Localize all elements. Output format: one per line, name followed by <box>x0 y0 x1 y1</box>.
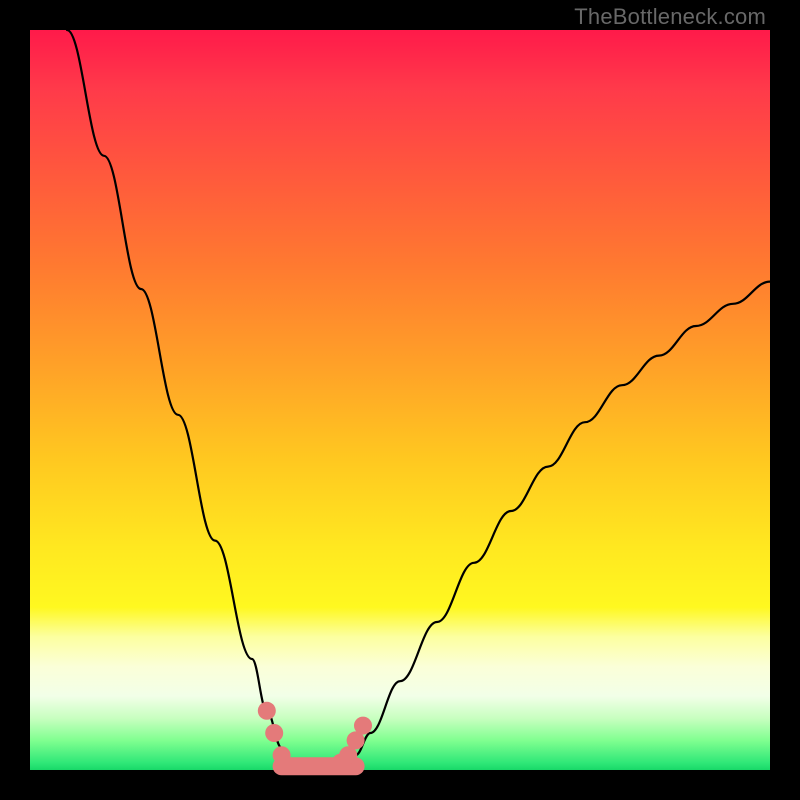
curve-marker <box>354 717 372 735</box>
curve-marker <box>273 746 291 764</box>
plot-area <box>30 30 770 770</box>
chart-frame: TheBottleneck.com <box>0 0 800 800</box>
curve-marker <box>265 724 283 742</box>
curve-svg <box>30 30 770 770</box>
bottleneck-curve <box>67 30 770 770</box>
curve-marker <box>258 702 276 720</box>
watermark-label: TheBottleneck.com <box>574 4 766 30</box>
